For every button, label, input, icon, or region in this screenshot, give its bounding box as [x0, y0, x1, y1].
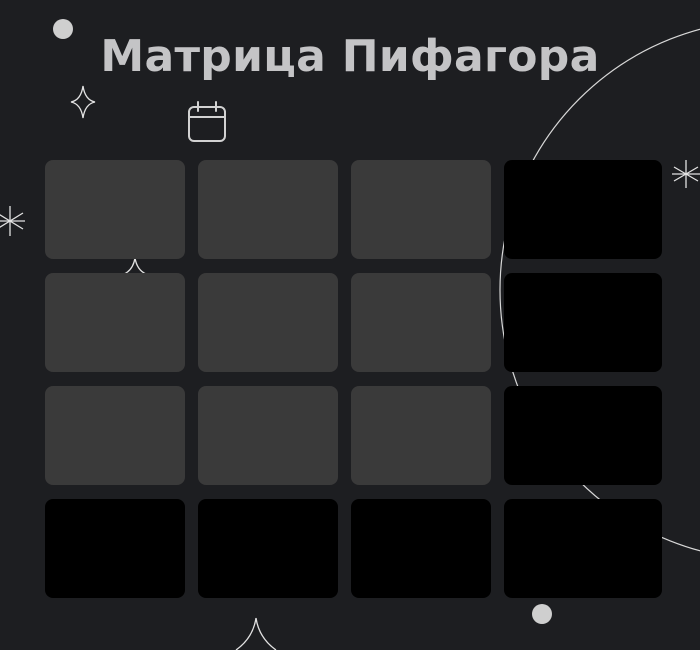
- dot-icon: [532, 604, 552, 624]
- page-title: Матрица Пифагора: [100, 31, 600, 82]
- matrix-cell-r3-c3[interactable]: [351, 386, 491, 485]
- matrix-cell-r2-c3[interactable]: [351, 273, 491, 372]
- matrix-col-sum-c1[interactable]: [45, 499, 185, 598]
- matrix-cell-r2-c2[interactable]: [198, 273, 338, 372]
- matrix-cell-r3-c1[interactable]: [45, 386, 185, 485]
- matrix-diagonal-sum[interactable]: [504, 499, 662, 598]
- calendar-icon: [188, 101, 226, 142]
- matrix-cell-r1-c2[interactable]: [198, 160, 338, 259]
- matrix-cell-r1-c1[interactable]: [45, 160, 185, 259]
- sparkle-icon: [123, 257, 147, 275]
- matrix-cell-r3-c2[interactable]: [198, 386, 338, 485]
- matrix-cell-r2-c1[interactable]: [45, 273, 185, 372]
- matrix-row-sum-r2[interactable]: [504, 273, 662, 372]
- calendar-button[interactable]: [186, 101, 228, 145]
- sparkle-icon: [70, 85, 96, 119]
- matrix-col-sum-c3[interactable]: [351, 499, 491, 598]
- asterisk-icon: [0, 206, 25, 236]
- matrix-cell-r1-c3[interactable]: [351, 160, 491, 259]
- matrix-row-sum-r1[interactable]: [504, 160, 662, 259]
- asterisk-icon: [672, 160, 700, 188]
- matrix-row-sum-r3[interactable]: [504, 386, 662, 485]
- sparkle-icon: [235, 617, 277, 650]
- matrix-col-sum-c2[interactable]: [198, 499, 338, 598]
